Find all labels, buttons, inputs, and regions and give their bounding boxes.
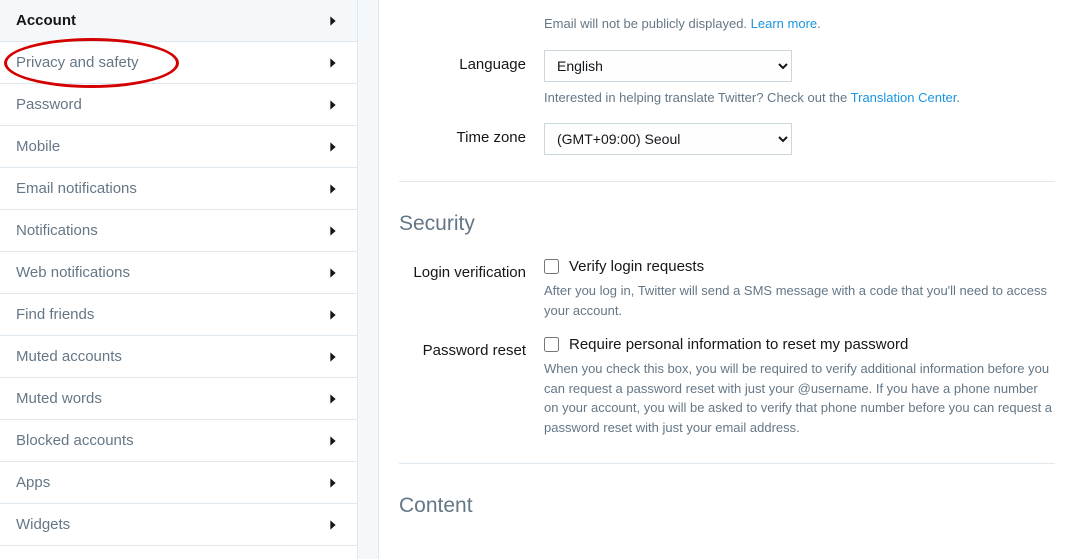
chevron-right-icon (325, 265, 341, 281)
chevron-right-icon (325, 517, 341, 533)
sidebar-item-label: Blocked accounts (16, 432, 134, 449)
sidebar-item-apps[interactable]: Apps (0, 462, 357, 504)
sidebar-item-label: Muted accounts (16, 348, 122, 365)
password-reset-help: When you check this box, you will be req… (544, 359, 1055, 437)
login-verification-help: After you log in, Twitter will send a SM… (544, 281, 1055, 320)
sidebar-item-label: Find friends (16, 306, 94, 323)
sidebar-item-web-notifications[interactable]: Web notifications (0, 252, 357, 294)
chevron-right-icon (325, 139, 341, 155)
content-title: Content (399, 494, 1055, 518)
sidebar-item-label: Privacy and safety (16, 54, 139, 71)
chevron-right-icon (325, 349, 341, 365)
sidebar-item-muted-accounts[interactable]: Muted accounts (0, 336, 357, 378)
language-row: Language English Interested in helping t… (399, 42, 1055, 116)
chevron-right-icon (325, 433, 341, 449)
chevron-right-icon (325, 97, 341, 113)
timezone-select[interactable]: (GMT+09:00) Seoul (544, 123, 792, 155)
language-label: Language (399, 50, 544, 73)
sidebar-item-widgets[interactable]: Widgets (0, 504, 357, 546)
chevron-right-icon (325, 475, 341, 491)
security-title: Security (399, 212, 1055, 236)
security-section: Security Login verification Verify login… (399, 181, 1055, 445)
language-select[interactable]: English (544, 50, 792, 82)
sidebar-item-label: Notifications (16, 222, 98, 239)
chevron-right-icon (325, 223, 341, 239)
email-help-text: Email will not be publicly displayed. Le… (544, 14, 1055, 34)
password-reset-checkbox[interactable] (544, 337, 559, 352)
verify-login-label: Verify login requests (569, 258, 704, 275)
chevron-right-icon (325, 181, 341, 197)
password-reset-row: Password reset Require personal informat… (399, 328, 1055, 445)
sidebar-item-label: Account (16, 12, 76, 29)
login-verification-row: Login verification Verify login requests… (399, 250, 1055, 328)
timezone-row: Time zone (GMT+09:00) Seoul (399, 115, 1055, 163)
sidebar-item-label: Email notifications (16, 180, 137, 197)
sidebar-item-label: Muted words (16, 390, 102, 407)
translation-center-link[interactable]: Translation Center (851, 90, 957, 105)
sidebar-item-label: Web notifications (16, 264, 130, 281)
chevron-right-icon (325, 307, 341, 323)
settings-main: Email will not be publicly displayed. Le… (378, 0, 1075, 559)
sidebar-item-privacy-safety[interactable]: Privacy and safety (0, 42, 357, 84)
chevron-right-icon (325, 55, 341, 71)
sidebar-item-notifications[interactable]: Notifications (0, 210, 357, 252)
content-section: Content (399, 463, 1055, 518)
email-row: Email will not be publicly displayed. Le… (399, 0, 1055, 42)
password-reset-label: Password reset (399, 336, 544, 359)
chevron-right-icon (325, 391, 341, 407)
sidebar-item-blocked-accounts[interactable]: Blocked accounts (0, 420, 357, 462)
sidebar-item-label: Widgets (16, 516, 70, 533)
sidebar-item-muted-words[interactable]: Muted words (0, 378, 357, 420)
chevron-right-icon (325, 13, 341, 29)
language-help-text: Interested in helping translate Twitter?… (544, 88, 1055, 108)
password-reset-checkbox-label: Require personal information to reset my… (569, 336, 908, 353)
sidebar-item-label: Mobile (16, 138, 60, 155)
sidebar-item-email-notifications[interactable]: Email notifications (0, 168, 357, 210)
timezone-label: Time zone (399, 123, 544, 146)
verify-login-checkbox[interactable] (544, 259, 559, 274)
settings-sidebar: Account Privacy and safety Password Mobi… (0, 0, 358, 559)
login-verification-label: Login verification (399, 258, 544, 281)
sidebar-item-account[interactable]: Account (0, 0, 357, 42)
sidebar-item-label: Password (16, 96, 82, 113)
learn-more-link[interactable]: Learn more (751, 16, 817, 31)
sidebar-item-find-friends[interactable]: Find friends (0, 294, 357, 336)
sidebar-item-label: Apps (16, 474, 50, 491)
sidebar-item-mobile[interactable]: Mobile (0, 126, 357, 168)
sidebar-item-password[interactable]: Password (0, 84, 357, 126)
